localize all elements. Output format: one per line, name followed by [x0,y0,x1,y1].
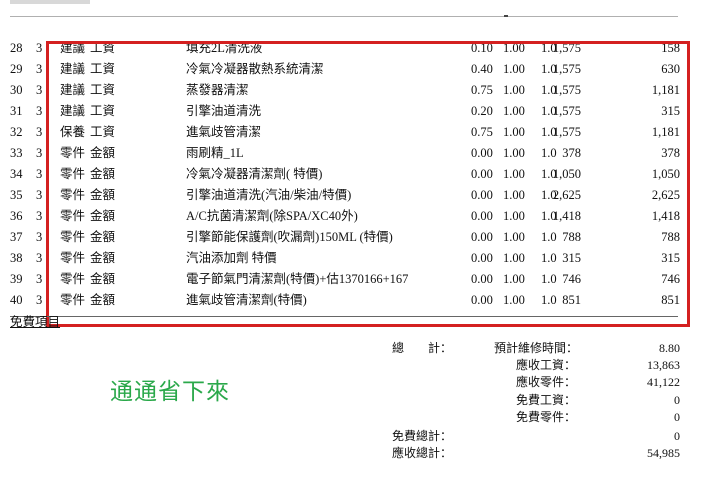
item-number: 36 [10,209,23,223]
receivable-value: 54,985 [647,446,680,460]
item-number: 28 [10,41,23,55]
item-number: 29 [10,62,23,76]
item-qty-code: 3 [36,62,43,76]
total-label: 總 計： [392,341,453,355]
labor-label: 應收工資： [516,358,577,372]
item-number: 38 [10,251,23,265]
item-number: 32 [10,125,23,139]
item-qty-code: 3 [36,230,43,244]
item-number: 30 [10,83,23,97]
item-qty-code: 3 [36,209,43,223]
top-rule [10,16,678,17]
parts-label: 應收零件： [516,375,577,389]
item-number: 39 [10,272,23,286]
highlight-box [46,41,690,327]
free-labor-value: 0 [674,393,680,407]
free-parts-value: 0 [674,410,680,424]
free-total-label: 免費總計： [392,429,453,443]
annotation-text: 通通省下來 [110,379,230,405]
item-qty-code: 3 [36,293,43,307]
item-number: 40 [10,293,23,307]
bottom-rule [10,316,678,317]
est-hours-label: 預計維修時間： [494,341,579,355]
header-fragment [10,0,90,4]
item-qty-code: 3 [36,167,43,181]
est-hours-value: 8.80 [659,341,680,355]
receivable-label: 應收總計： [392,446,453,460]
item-qty-code: 3 [36,83,43,97]
item-number: 33 [10,146,23,160]
free-total-value: 0 [674,429,680,443]
item-qty-code: 3 [36,146,43,160]
item-qty-code: 3 [36,104,43,118]
item-number: 31 [10,104,23,118]
item-qty-code: 3 [36,41,43,55]
item-number: 37 [10,230,23,244]
item-qty-code: 3 [36,188,43,202]
free-parts-label: 免費零件： [516,410,577,424]
free-items-label: 免費項目 [10,315,61,329]
item-number: 34 [10,167,23,181]
item-number: 35 [10,188,23,202]
item-qty-code: 3 [36,125,43,139]
free-labor-label: 免費工資： [516,393,577,407]
labor-value: 13,863 [647,358,680,372]
item-qty-code: 3 [36,251,43,265]
parts-value: 41,122 [647,375,680,389]
top-rule-mark [504,15,508,17]
item-qty-code: 3 [36,272,43,286]
